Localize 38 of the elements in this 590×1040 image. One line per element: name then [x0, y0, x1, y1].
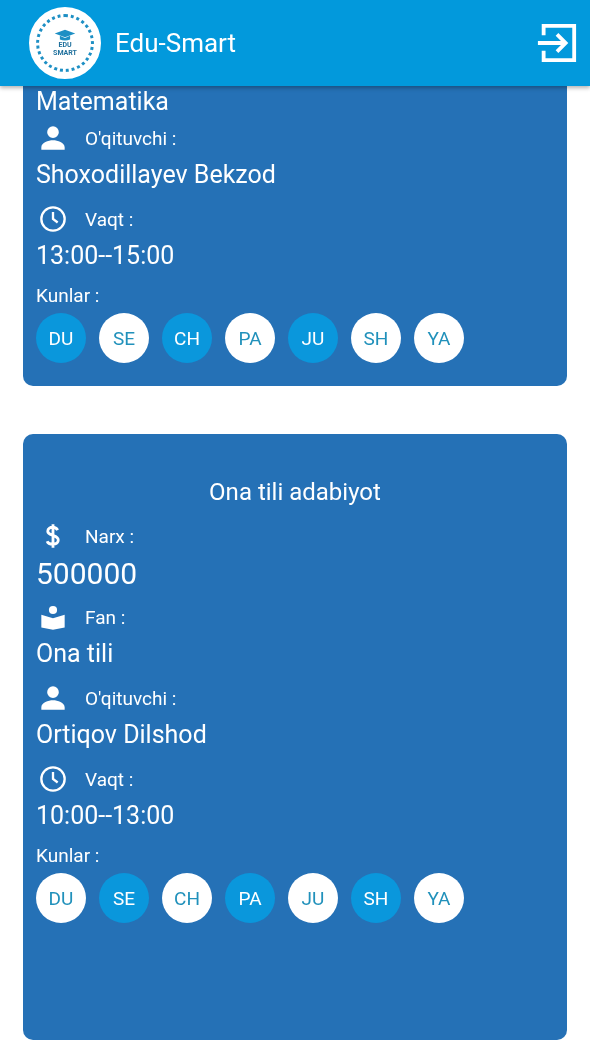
app-title: Edu-Smart	[115, 28, 238, 58]
field-label: O'qituvchi :	[85, 126, 177, 150]
day-chip[interactable]: JU	[288, 873, 338, 923]
field-label: Vaqt :	[85, 207, 134, 231]
field-label: Narx :	[85, 524, 135, 548]
day-chip[interactable]: PA	[225, 873, 275, 923]
day-chip[interactable]: SH	[351, 873, 401, 923]
day-chip[interactable]: PA	[225, 313, 275, 363]
field-label: Vaqt :	[85, 767, 134, 791]
day-chip[interactable]: DU	[36, 873, 86, 923]
day-chip[interactable]: CH	[162, 873, 212, 923]
field-value: 13:00--15:00	[36, 241, 176, 270]
graduation-cap-icon	[54, 29, 76, 41]
field-label: Fan :	[85, 605, 126, 629]
field-value: 500000	[36, 556, 139, 591]
logout-icon[interactable]	[536, 22, 578, 64]
day-chip[interactable]: SH	[351, 313, 401, 363]
day-chip[interactable]: SE	[99, 873, 149, 923]
card-title: Ona tili adabiyot	[208, 478, 382, 506]
reading-icon	[39, 603, 67, 631]
person-icon	[39, 684, 67, 712]
day-chip[interactable]: YA	[414, 313, 464, 363]
day-chip[interactable]: JU	[288, 313, 338, 363]
day-chip[interactable]: CH	[162, 313, 212, 363]
days-label: Kunlar :	[36, 844, 101, 867]
day-chip[interactable]: DU	[36, 313, 86, 363]
field-value: 10:00--13:00	[36, 801, 176, 830]
day-chip[interactable]: SE	[99, 313, 149, 363]
field-value: Shoxodillayev Bekzod	[36, 160, 277, 189]
days-label: Kunlar :	[36, 284, 101, 307]
person-icon	[39, 124, 67, 152]
field-label: O'qituvchi :	[85, 686, 177, 710]
clock-icon	[39, 205, 67, 233]
subject-value: Matematika	[36, 87, 170, 116]
field-value: Ona tili	[36, 639, 115, 668]
day-chip[interactable]: YA	[414, 873, 464, 923]
field-value: Ortiqov Dilshod	[36, 720, 208, 749]
clock-icon	[39, 765, 67, 793]
